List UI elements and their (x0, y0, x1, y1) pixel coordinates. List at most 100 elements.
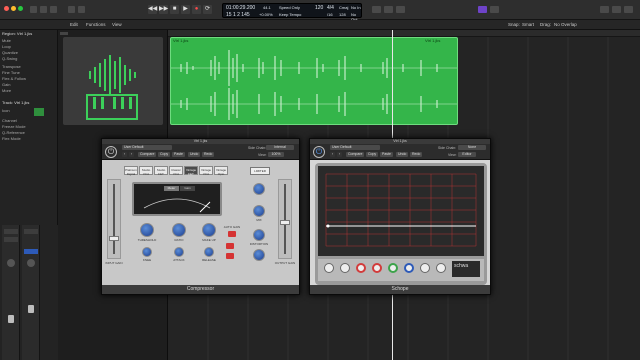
scope-display[interactable] (318, 166, 484, 256)
control-knob-green[interactable] (388, 263, 398, 273)
control-knob[interactable] (420, 263, 430, 273)
control-knob[interactable] (340, 263, 350, 273)
next-preset-icon[interactable]: › (129, 152, 135, 157)
release-knob[interactable] (204, 247, 214, 257)
record-button[interactable]: ● (192, 5, 201, 14)
inspector-track-row[interactable]: Icon (2, 108, 56, 114)
pan-knob[interactable] (7, 259, 15, 267)
view-menu[interactable]: Editor (458, 152, 476, 157)
undo-button[interactable]: Undo (188, 152, 201, 157)
toggle-button[interactable] (226, 253, 234, 259)
compare-button[interactable]: Compare (138, 152, 157, 157)
bar-ruler[interactable] (168, 30, 640, 37)
control-knob-blue[interactable] (404, 263, 414, 273)
track-header[interactable] (63, 37, 163, 125)
control-knob[interactable] (324, 263, 334, 273)
copy-button[interactable]: Copy (366, 152, 379, 157)
inspector-row[interactable]: Q-Swing (2, 56, 56, 62)
inspector-track-row[interactable]: Flex Mode (2, 136, 56, 142)
knee-knob[interactable] (142, 247, 152, 257)
circuit-tab[interactable]: Vintage VCA (199, 166, 213, 176)
smart-controls-icon[interactable] (478, 6, 487, 13)
distortion-knob[interactable] (253, 229, 265, 241)
track-icon-thumb[interactable] (34, 108, 44, 116)
control-knob[interactable] (436, 263, 446, 273)
side-chain-menu[interactable]: None (458, 145, 486, 150)
compare-button[interactable]: Compare (346, 152, 365, 157)
scissors-icon[interactable] (78, 6, 85, 13)
close-icon[interactable] (4, 6, 9, 11)
paste-button[interactable]: Paste (380, 152, 393, 157)
tuner-icon[interactable] (372, 6, 381, 13)
volume-fader[interactable] (28, 305, 34, 313)
circuit-tab[interactable]: Platinum Digital (124, 166, 138, 176)
limiter-label[interactable]: LIMITER (250, 167, 270, 175)
inspector-track-label[interactable]: Track: Vtrl 1.jks (2, 100, 56, 106)
input-gain-slider[interactable] (107, 179, 121, 259)
count-in-icon[interactable] (396, 6, 405, 13)
forward-button[interactable]: ▶▶ (159, 5, 168, 14)
edit-menu[interactable]: Edit (70, 22, 78, 27)
limiter-knob[interactable] (253, 183, 265, 195)
circuit-tab[interactable]: Vintage Opto (214, 166, 228, 176)
makeup-knob[interactable] (202, 223, 216, 237)
add-track-button[interactable] (60, 32, 68, 35)
setting-button[interactable] (24, 229, 38, 234)
plugin-slot[interactable] (24, 249, 38, 254)
inspector-row[interactable]: More (2, 88, 56, 94)
view-menu[interactable]: 100% (268, 152, 284, 157)
undo-button[interactable]: Undo (396, 152, 409, 157)
copy-button[interactable]: Copy (158, 152, 171, 157)
prev-preset-icon[interactable]: ‹ (330, 152, 336, 157)
inspector-region-label[interactable]: Region: Vtrl 1.jks (2, 31, 56, 37)
circuit-tab[interactable]: Studio VCA (139, 166, 153, 176)
minimize-icon[interactable] (11, 6, 16, 11)
next-preset-icon[interactable]: › (337, 152, 343, 157)
lcd-display[interactable]: 01:00:29.200 15 1 2 145 44.1 +0.00% Spee… (222, 3, 362, 22)
audio-region[interactable]: Vtrl 1.jks Vtrl 1.jks (170, 37, 458, 125)
toggle-button[interactable] (226, 243, 234, 249)
eq-slot[interactable] (4, 237, 18, 242)
volume-fader[interactable] (8, 315, 14, 323)
redo-button[interactable]: Redo (202, 152, 215, 157)
circuit-tab[interactable]: Classic VCA (169, 166, 183, 176)
output-knob[interactable] (253, 249, 265, 261)
rewind-button[interactable]: ◀◀ (148, 5, 157, 14)
cycle-button[interactable]: ⟳ (203, 5, 212, 14)
side-chain-menu[interactable]: Internal (266, 145, 294, 150)
setting-button[interactable] (4, 229, 18, 234)
power-icon[interactable]: ⏻ (105, 146, 117, 158)
control-knob-red[interactable] (356, 263, 366, 273)
pan-knob[interactable] (27, 259, 35, 267)
list-editors-icon[interactable] (600, 6, 609, 13)
prev-preset-icon[interactable]: ‹ (122, 152, 128, 157)
toolbar-icon[interactable] (50, 6, 57, 13)
inspector-icon[interactable] (40, 6, 47, 13)
notes-icon[interactable] (612, 6, 621, 13)
functions-menu[interactable]: Functions (86, 22, 106, 27)
circuit-tab-selected[interactable]: Vintage FET (184, 166, 198, 176)
view-menu[interactable]: View (112, 22, 122, 27)
library-icon[interactable] (30, 6, 37, 13)
browser-icon[interactable] (624, 6, 633, 13)
preset-menu[interactable]: User Default (330, 145, 380, 150)
ratio-knob[interactable] (172, 223, 186, 237)
output-gain-slider[interactable] (278, 179, 292, 259)
paste-button[interactable]: Paste (172, 152, 185, 157)
mix-knob[interactable] (253, 205, 265, 217)
threshold-knob[interactable] (140, 223, 154, 237)
preset-menu[interactable]: User Default (122, 145, 172, 150)
play-button[interactable]: ▶ (181, 5, 190, 14)
stop-button[interactable]: ■ (170, 5, 179, 14)
loops-icon[interactable] (490, 6, 499, 13)
mixer-icon[interactable] (68, 6, 75, 13)
circuit-tab[interactable]: Studio FET (154, 166, 168, 176)
redo-button[interactable]: Redo (410, 152, 423, 157)
power-icon[interactable]: ⏻ (313, 146, 325, 158)
auto-gain-toggle[interactable] (228, 231, 236, 237)
control-knob-red[interactable] (372, 263, 382, 273)
snap-value[interactable]: Smart (522, 22, 534, 27)
drag-value[interactable]: No Overlap (554, 22, 577, 27)
zoom-icon[interactable] (18, 6, 23, 11)
metronome-icon[interactable] (384, 6, 393, 13)
